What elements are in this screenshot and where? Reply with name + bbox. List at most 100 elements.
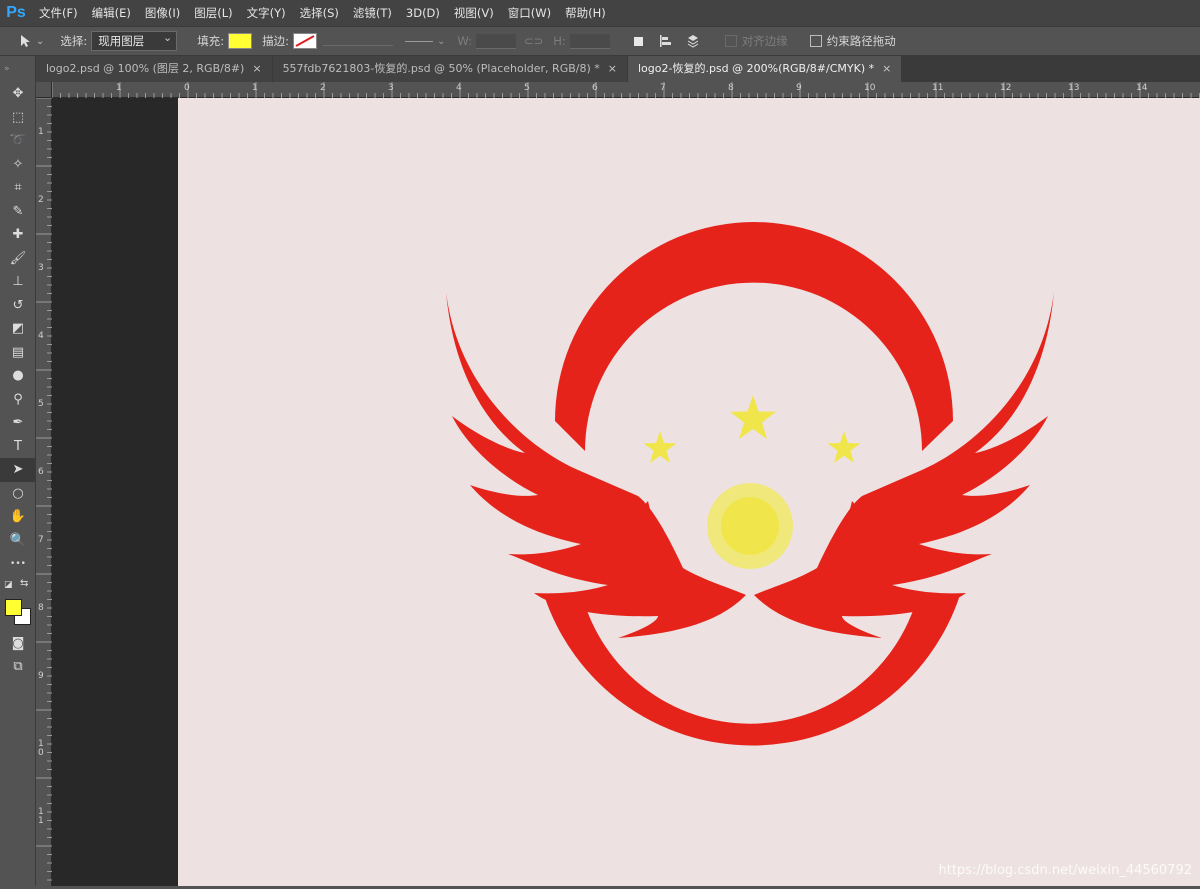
gradient-tool-button[interactable]: ▤ [0,341,36,365]
eyedropper-tool-button[interactable]: ✎ [0,200,36,224]
stroke-width-field[interactable] [323,37,394,46]
ruler-origin[interactable] [36,82,52,98]
foreground-color-swatch[interactable] [5,598,22,616]
type-tool-icon: T [14,438,22,454]
document-tab-label: logo2.psd @ 100% (图层 2, RGB/8#) [46,62,245,75]
blur-tool-icon: ● [12,368,24,384]
menu-item[interactable]: 3D(D) [399,0,447,26]
eraser-tool-button[interactable]: ◩ [0,317,36,341]
close-tab-icon[interactable]: × [608,56,617,82]
collapse-panel-icon[interactable]: » [0,56,35,82]
more-tools-button[interactable]: ••• [0,552,36,576]
zoom-tool-icon: 🔍 [9,532,27,548]
type-tool-button[interactable]: T [0,435,36,459]
dodge-tool-icon: ⚲ [13,391,23,407]
screen-mode-button[interactable]: ⧉ [0,655,36,679]
marquee-tool-button[interactable]: ⬚ [0,106,36,130]
horizontal-ruler[interactable]: 1 0 1 2 3 4 5 6 7 8 9 10 11 12 13 14 [52,82,1200,98]
close-tab-icon[interactable]: × [882,56,891,82]
ruler-label: 3 [38,263,44,273]
menu-item[interactable]: 文件(F) [32,0,85,26]
chevron-down-icon: ⌄ [36,35,45,47]
tool-preset-picker[interactable]: ⌄ [18,34,44,48]
menu-item[interactable]: 视图(V) [447,0,501,26]
menu-item[interactable]: 文字(Y) [240,0,293,26]
ruler-label: 1 1 [38,807,44,826]
height-input[interactable] [569,33,610,49]
brush-tool-icon: 🖌 [9,250,27,266]
path-alignment-icon [659,35,671,47]
select-layer-dropdown[interactable]: 现用图层 [91,29,178,51]
blur-tool-button[interactable]: ● [0,364,36,388]
default-colors-icon[interactable]: ◪ [4,580,13,590]
menu-item[interactable]: 滤镜(T) [346,0,399,26]
ruler-label: 4 [38,331,44,341]
menu-item[interactable]: 编辑(E) [85,0,138,26]
healing-brush-tool-button[interactable]: ✚ [0,223,36,247]
ruler-label: 10 [864,83,876,93]
width-input[interactable] [475,33,516,49]
menu-item[interactable]: 图像(I) [138,0,187,26]
ruler-label: 0 [184,83,190,93]
document-tab[interactable]: logo2.psd @ 100% (图层 2, RGB/8#) × [36,56,272,82]
ruler-label: 8 [728,83,734,93]
ruler-label: 5 [524,83,530,93]
brush-tool-button[interactable]: 🖌 [0,247,36,271]
menu-item[interactable]: 图层(L) [187,0,239,26]
tools-panel: » ✥ ⬚ ➰ ✧ ⌗ ✎ ✚ 🖌 ⊥ ↺ ◩ ▤ ● ⚲ ✒ T ➤ ○ ✋ 🔍 ••• ◪ ⇆ ◙ ⧉ [0,56,36,886]
constrain-path-label: 约束路径拖动 [826,34,896,48]
document-canvas[interactable] [178,98,1200,886]
lasso-tool-button[interactable]: ➰ [0,129,36,153]
magic-wand-tool-button[interactable]: ✧ [0,153,36,177]
document-tabs: logo2.psd @ 100% (图层 2, RGB/8#) × 557fdb76… [36,56,1200,82]
ruler-label: 13 [1068,83,1080,93]
link-icon[interactable]: ⊂⊃ [524,34,543,48]
hand-tool-icon: ✋ [9,509,27,525]
ellipse-tool-button[interactable]: ○ [0,482,36,506]
ellipse-tool-icon: ○ [12,485,24,501]
fill-color-swatch[interactable] [228,33,253,49]
path-selection-tool-icon: ➤ [12,462,24,478]
move-tool-icon: ✥ [12,86,24,102]
crop-tool-button[interactable]: ⌗ [0,176,36,200]
stamp-tool-button[interactable]: ⊥ [0,270,36,294]
more-tools-icon: ••• [10,558,26,569]
document-tab[interactable]: 557fdb7621803-恢复的.psd @ 50% (Placeholder… [272,56,627,82]
path-alignment-button[interactable] [659,34,673,48]
close-tab-icon[interactable]: × [252,56,261,82]
history-brush-tool-button[interactable]: ↺ [0,294,36,318]
path-selection-tool-button[interactable]: ➤ [0,458,36,482]
ruler-label: 3 [388,83,394,93]
align-edges-checkbox[interactable] [724,35,737,47]
constrain-path-checkbox[interactable] [809,35,822,47]
pasteboard [52,98,178,886]
magic-wand-tool-icon: ✧ [12,156,24,172]
menu-item[interactable]: 窗口(W) [501,0,558,26]
pen-tool-button[interactable]: ✒ [0,411,36,435]
quick-mask-icon: ◙ [11,635,25,651]
stroke-color-swatch[interactable] [293,33,318,49]
logo-ring-bottom-arc [544,595,960,746]
menu-item[interactable]: 选择(S) [293,0,346,26]
ruler-label: 7 [38,535,44,545]
zoom-tool-button[interactable]: 🔍 [0,529,36,553]
ruler-label: 9 [796,83,802,93]
ruler-label: 4 [456,83,462,93]
hand-tool-button[interactable]: ✋ [0,505,36,529]
pen-tool-icon: ✒ [12,415,24,431]
move-tool-button[interactable]: ✥ [0,82,36,106]
quick-mask-button[interactable]: ◙ [0,632,36,656]
ruler-label: 14 [1136,83,1148,93]
swap-colors-icon[interactable]: ⇆ [20,578,28,589]
select-label: 选择: [60,34,88,48]
path-operations-button[interactable] [633,36,643,46]
path-arrangement-button[interactable] [685,33,701,49]
lasso-tool-icon: ➰ [9,133,27,149]
vertical-ruler[interactable]: 1 2 3 4 5 6 7 8 9 1 0 1 1 [36,98,52,886]
document-tab[interactable]: logo2-恢复的.psd @ 200%(RGB/8#/CMYK) * × [627,56,902,82]
menu-item[interactable]: 帮助(H) [558,0,613,26]
ruler-label: 11 [932,83,944,93]
dodge-tool-button[interactable]: ⚲ [0,388,36,412]
wing-logo-artwork [446,222,1054,746]
stroke-type-dropdown[interactable]: ⌄ [405,36,445,47]
